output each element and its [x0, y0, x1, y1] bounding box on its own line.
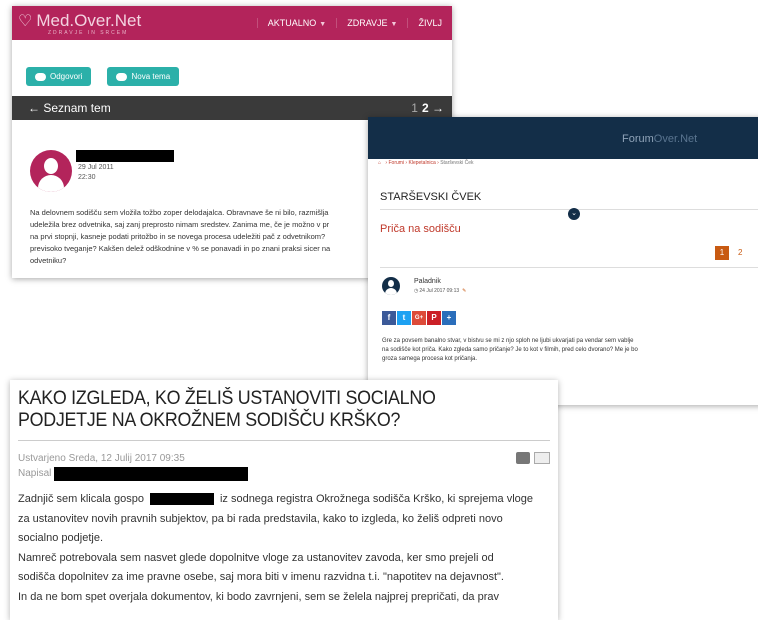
article-created-date: Ustvarjeno Sreda, 12 Julij 2017 09:35 — [18, 453, 185, 464]
nav-item-zdravje[interactable]: ZDRAVJE ▼ — [336, 18, 407, 28]
google-plus-icon[interactable]: G+ — [412, 311, 426, 325]
forum-logo[interactable]: ForumOver.Net — [622, 133, 697, 145]
avatar — [382, 277, 400, 295]
reply-button[interactable]: Odgovori — [26, 67, 92, 86]
logo-text: Med.Over.Net — [36, 11, 142, 30]
print-icon[interactable] — [516, 452, 530, 464]
article-card: KAKO IZGLEDA, KO ŽELIŠ USTANOVITI SOCIAL… — [10, 380, 558, 620]
speech-bubble-icon — [35, 72, 46, 81]
breadcrumb-current: Starševski Ček — [440, 160, 474, 166]
facebook-icon[interactable]: f — [382, 311, 396, 325]
speech-bubble-icon — [116, 72, 128, 81]
post-author[interactable]: Paladnik — [414, 278, 441, 285]
logo-tagline: ZDRAVJE IN SRCEM — [48, 30, 129, 36]
article-body: Zadnjič sem klicala gospo iz sodnega regi… — [18, 493, 533, 603]
page-link[interactable]: 2 — [738, 246, 742, 260]
twitter-icon[interactable]: t — [397, 311, 411, 325]
article-author: Napisal — [18, 468, 52, 479]
current-page: 2 — [421, 101, 429, 115]
main-nav: AKTUALNO ▼ ZDRAVJE ▼ ŽIVLJ — [256, 6, 452, 40]
edit-icon[interactable]: ✎ — [462, 288, 466, 294]
breadcrumb-klepetalnica[interactable]: Klepetalnica — [409, 160, 436, 166]
article-title: KAKO IZGLEDA, KO ŽELIŠ USTANOVITI SOCIAL… — [18, 388, 436, 431]
clock-icon: ◷ — [414, 288, 419, 294]
medovernet-logo[interactable]: ♡ Med.Over.Net ZDRAVJE IN SRCEM — [18, 11, 142, 36]
pagination: 12 → — [411, 101, 444, 115]
back-to-topics-link[interactable]: ← Seznam tem — [28, 101, 111, 115]
nav-item-aktualno[interactable]: AKTUALNO ▼ — [256, 18, 336, 28]
topic-title: Priča na sodišču — [380, 223, 461, 235]
email-icon[interactable] — [534, 452, 550, 464]
redacted-author — [54, 467, 248, 481]
post-datetime: 29 Jul 2011 22:30 — [78, 164, 114, 181]
arrow-right-icon[interactable]: → — [432, 101, 444, 115]
share-more-icon[interactable]: + — [442, 311, 456, 325]
medovernet-header: ♡ Med.Over.Net ZDRAVJE IN SRCEM AKTUALNO… — [12, 6, 452, 40]
nav-item-zivljenje[interactable]: ŽIVLJ — [407, 18, 452, 28]
pinterest-icon[interactable]: P — [427, 311, 441, 325]
caret-down-icon: ▼ — [390, 21, 398, 28]
home-icon[interactable]: ⌂ — [378, 160, 381, 166]
post-date: ◷24 Jul 2017 09:13 ✎ — [414, 288, 467, 294]
divider — [18, 440, 550, 441]
page-link[interactable]: 1 — [411, 101, 418, 115]
stethoscope-heart-icon: ♡ — [18, 13, 33, 30]
caret-down-icon: ▼ — [319, 21, 327, 28]
arrow-left-icon: ← — [28, 101, 40, 115]
redacted-name — [149, 493, 214, 506]
forumovernet-thread-card: ForumOver.Net ⌂ › Forumi › Klepetalnica … — [368, 117, 758, 405]
breadcrumb: ⌂ › Forumi › Klepetalnica › Starševski Č… — [378, 160, 474, 166]
new-topic-button[interactable]: Nova tema — [107, 67, 180, 86]
thread-actions: Odgovori Nova tema — [26, 67, 180, 86]
share-buttons: f t G+ P + — [382, 311, 456, 325]
breadcrumb-forumi[interactable]: Forumi — [388, 160, 404, 166]
avatar — [30, 150, 72, 192]
redacted-username — [76, 150, 174, 162]
page-current: 1 — [715, 246, 729, 260]
chevron-down-icon[interactable]: ⌄ — [568, 208, 580, 220]
post-body: Gre za povsem banalno stvar, v bistvu se… — [382, 338, 638, 362]
forum-header: ForumOver.Net — [368, 117, 758, 159]
section-title: STARŠEVSKI ČVEK — [380, 191, 482, 203]
divider — [380, 267, 758, 268]
